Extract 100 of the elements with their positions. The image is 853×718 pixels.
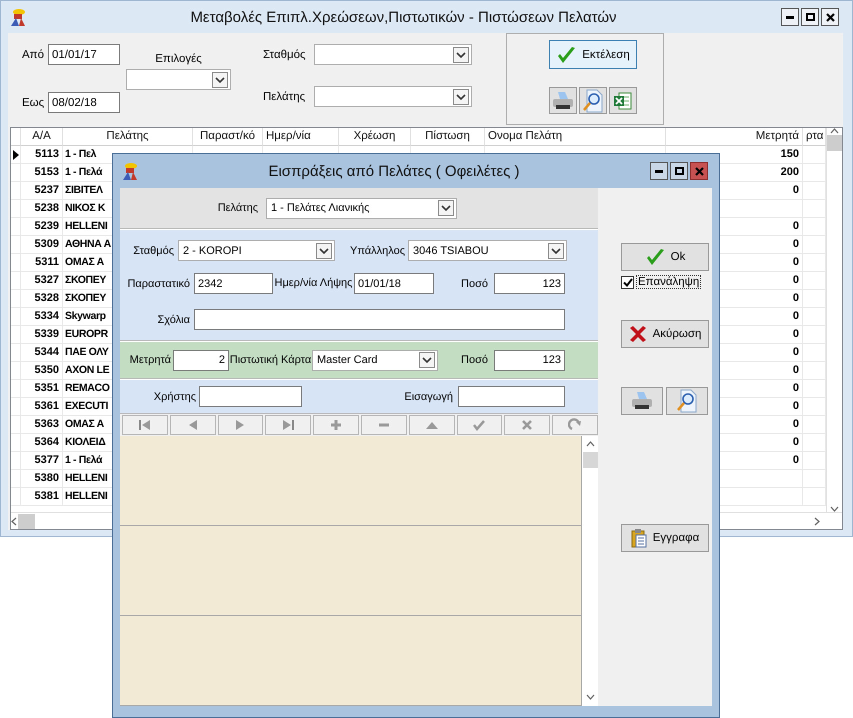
refresh-icon (568, 418, 582, 432)
document-label: Παραστατικό (127, 278, 190, 290)
printer-icon (630, 391, 654, 411)
user-field[interactable] (199, 386, 302, 407)
table-cell: 5153 (21, 164, 63, 182)
column-header[interactable]: Ημερ/νία (263, 128, 339, 146)
column-header[interactable]: Μετρητά (666, 128, 803, 146)
chevron-down-icon (453, 46, 469, 62)
vertical-scrollbar[interactable] (581, 436, 598, 706)
print-button[interactable] (549, 87, 577, 114)
window-title: Μεταβολές Επιπλ.Χρεώσεων,Πιστωτικών - Πιστώσεων Πελατών (189, 8, 618, 26)
table-cell: 5311 (21, 254, 63, 272)
table-cell: 5381 (21, 488, 63, 506)
column-header[interactable]: Πίστωση (411, 128, 485, 146)
table-cell: 5237 (21, 182, 63, 200)
column-header[interactable]: Ονομα Πελάτη (485, 128, 666, 146)
station-label: Σταθμός (263, 48, 307, 60)
spreadsheet-icon (613, 90, 633, 110)
preview-button[interactable] (666, 387, 708, 415)
first-record-button[interactable] (122, 415, 168, 435)
maximize-button[interactable] (670, 162, 688, 180)
comments-label: Σχόλια (158, 314, 190, 326)
cross-icon (520, 418, 534, 432)
customer-combo[interactable]: 1 - Πελάτες Λιανικής (266, 198, 457, 218)
insert-record-button[interactable] (313, 415, 359, 435)
ok-button[interactable]: Ok (621, 243, 709, 271)
table-cell: 5238 (21, 200, 63, 218)
skip-forward-icon (281, 418, 296, 432)
column-header[interactable]: Α/Α (21, 128, 63, 146)
maximize-icon (806, 13, 814, 21)
to-date-field[interactable]: 08/02/18 (48, 92, 120, 113)
maximize-icon (674, 167, 684, 175)
station-label: Σταθμός (133, 244, 174, 256)
checkbox-label[interactable]: Επανάληψη (636, 275, 702, 289)
chevron-down-icon (438, 200, 454, 216)
check-icon (472, 418, 486, 432)
station-combo[interactable] (314, 44, 472, 65)
scrollbar-thumb[interactable] (827, 135, 842, 151)
receipt-date-label: Ημερ/νία Λήψης (274, 277, 352, 290)
card-amount-field[interactable]: 123 (494, 350, 565, 370)
from-date-field[interactable]: 01/01/17 (48, 44, 120, 65)
station-combo[interactable]: 2 - KOROPI (178, 240, 335, 261)
minimize-button[interactable] (650, 162, 668, 180)
row-header[interactable] (11, 146, 21, 164)
column-header[interactable]: Χρέωση (339, 128, 411, 146)
previous-record-button[interactable] (170, 415, 216, 435)
print-button[interactable] (621, 387, 663, 415)
entry-label: Εισαγωγή (404, 390, 453, 402)
close-icon (826, 12, 834, 22)
checkmark-icon (622, 278, 632, 286)
print-preview-icon (582, 88, 604, 112)
entry-field[interactable] (458, 386, 565, 407)
scroll-up-icon (586, 441, 594, 447)
close-button[interactable] (821, 8, 839, 26)
table-cell: 5361 (21, 398, 63, 416)
table-cell: 5364 (21, 434, 63, 452)
document-field[interactable]: 2342 (194, 273, 273, 294)
table-cell: 5334 (21, 308, 63, 326)
next-record-button[interactable] (218, 415, 264, 435)
comments-field[interactable] (194, 309, 565, 330)
cancel-edit-button[interactable] (504, 415, 550, 435)
cash-field[interactable]: 2 (173, 350, 229, 370)
app-icon (10, 8, 26, 26)
table-cell: 5328 (21, 290, 63, 308)
column-header[interactable]: Παραστ/κό (193, 128, 263, 146)
close-icon (694, 166, 704, 176)
table-cell: 5363 (21, 416, 63, 434)
printer-icon (551, 90, 575, 110)
customer-combo[interactable] (314, 86, 472, 107)
amount-label: Ποσό (461, 278, 488, 290)
execute-button[interactable]: Εκτέλεση (549, 40, 637, 69)
scrollbar-thumb[interactable] (18, 514, 35, 528)
maximize-button[interactable] (801, 8, 819, 26)
minimize-button[interactable] (781, 8, 799, 26)
employee-combo[interactable]: 3046 TSIABOU (408, 240, 567, 261)
table-cell: 5351 (21, 380, 63, 398)
column-header[interactable]: Πελάτης (63, 128, 193, 146)
scrollbar-thumb[interactable] (582, 452, 598, 468)
last-record-button[interactable] (265, 415, 312, 435)
credit-card-combo[interactable]: Master Card (312, 350, 438, 370)
options-combo[interactable] (126, 69, 231, 90)
post-button[interactable] (456, 415, 502, 435)
export-button[interactable] (609, 87, 637, 114)
table-cell: 5377 (21, 452, 63, 470)
card-amount-label: Ποσό (461, 354, 488, 366)
refresh-button[interactable] (552, 415, 598, 435)
amount-field[interactable]: 123 (494, 273, 565, 294)
chevron-down-icon (419, 352, 435, 368)
preview-button[interactable] (579, 87, 607, 114)
documents-button[interactable]: Εγγραφα (621, 524, 709, 552)
delete-record-button[interactable] (360, 415, 407, 435)
check-icon (556, 46, 576, 64)
cancel-button[interactable]: Ακύρωση (621, 320, 709, 348)
receipt-date-field[interactable]: 01/01/18 (354, 273, 434, 294)
checkbox[interactable] (621, 276, 634, 288)
table-cell: 5113 (21, 146, 63, 164)
table-cell: 5380 (21, 470, 63, 488)
employee-label: Υπάλληλος (350, 244, 405, 256)
edit-record-button[interactable] (408, 415, 455, 435)
clipboard-icon (630, 528, 647, 548)
